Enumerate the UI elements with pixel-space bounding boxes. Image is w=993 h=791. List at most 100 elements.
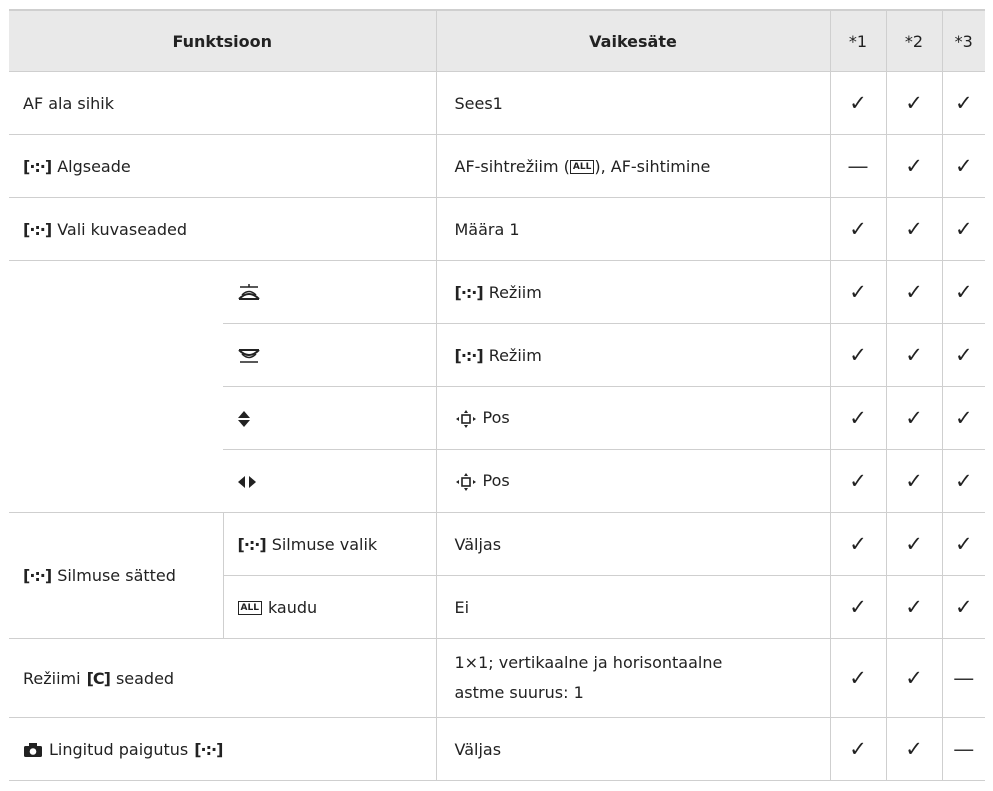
table-row: [·:·] Vali kuvaseaded Määra 1 ✓ ✓ ✓ [9,197,985,261]
all-target-icon: ALL [569,160,595,174]
af-target-icon: [·:·] [23,219,52,239]
position-cross-icon [455,472,477,491]
group-label-cell: [·:·] Silmuse sätted [9,512,223,639]
row-value-cell: 1×1; vertikaalne ja horisontaalne astme … [435,638,830,718]
control-cell [223,449,436,513]
row-label: Silmuse valik [271,534,378,554]
row-value: Režiim [488,345,542,365]
af-target-icon: [·:·] [454,345,484,365]
af-target-icon: [·:·] [237,534,267,554]
left-right-arrow-icon [237,475,257,489]
row-label-cell: [·:·] Algseade [9,134,436,198]
row-label-post: seaded [115,668,175,688]
af-target-icon: [·:·] [454,282,484,302]
check-mark: ✓ [885,449,942,513]
check-mark: ✓ [829,260,886,324]
settings-table: Funktsioon Vaikesäte *1 *2 *3 AF ala sih… [9,9,985,781]
control-cell [223,386,436,450]
row-value-cell: [·:·] Režiim [435,260,830,324]
row-label-pre: Režiimi [23,668,81,688]
af-target-icon: [·:·] [23,156,52,176]
header-default: Vaikesäte [435,9,830,72]
empty-cell [9,260,223,513]
check-mark: ✓ [885,134,942,198]
check-mark: ✓ [885,638,942,718]
header-row: Funktsioon Vaikesäte *1 *2 *3 [9,9,985,72]
row-value: Pos [482,408,510,428]
table-row: [·:·] Algseade AF-sihtrežiim (ALL), AF-si… [9,134,985,198]
row-value: Väljas [435,512,830,576]
check-mark: ✓ [941,449,985,513]
check-mark: ✓ [941,386,985,450]
control-cell: ALL kaudu [222,575,436,639]
rear-dial-icon [237,347,261,365]
check-mark: ✓ [885,512,942,576]
row-label: Algseade [57,156,131,176]
row-value-post: ), AF-sihtimine [594,156,711,176]
row-value-cell: Pos [435,386,830,450]
row-value: Režiim [488,282,542,302]
check-mark: ✓ [941,134,985,198]
row-value: Määra 1 [435,197,830,261]
check-mark: ✓ [885,575,942,639]
group-label: Silmuse sätted [57,566,176,585]
header-mode-2: *2 [885,9,942,72]
check-mark: ✓ [885,71,942,135]
table-row: [·:·] Režiim ✓ ✓ ✓ [9,260,985,513]
row-label: kaudu [267,597,318,617]
all-target-icon: ALL [237,601,262,615]
table-row: Režiimi [C] seaded 1×1; vertikaalne ja hor… [9,638,985,718]
check-mark: ✓ [885,323,942,387]
check-mark: ✓ [941,512,985,576]
check-mark: ✓ [941,197,985,261]
check-mark: ✓ [829,512,886,576]
control-cell [223,323,436,387]
check-mark: ✓ [829,386,886,450]
table-row: [·:·] Silmuse sätted [·:·] Silmuse valik V… [9,512,985,639]
check-mark: ✓ [829,575,886,639]
table-row: AF ala sihik Sees1 ✓ ✓ ✓ [9,71,985,135]
check-mark: ✓ [941,71,985,135]
row-label: Vali kuvaseaded [57,219,187,239]
dash-mark: — [829,134,886,198]
check-mark: ✓ [829,197,886,261]
header-mode-1: *1 [829,9,886,72]
row-value: Väljas [435,717,830,781]
row-value-line1: 1×1; vertikaalne ja horisontaalne [454,653,723,672]
custom-grid-letter: C [92,668,105,688]
row-value-cell: Pos [435,449,830,513]
row-value-cell: [·:·] Režiim [435,323,830,387]
row-value: Pos [482,471,510,491]
row-value-line2: astme suurus: 1 [454,683,584,702]
check-mark: ✓ [829,638,886,718]
dash-mark: — [941,638,985,718]
camera-icon [23,742,43,758]
control-cell: [·:·] Silmuse valik [222,512,436,576]
row-value: Ei [435,575,830,639]
row-label-cell: Lingitud paigutus [·:·] [9,717,436,781]
row-label: AF ala sihik [9,71,436,135]
check-mark: ✓ [829,449,886,513]
control-cell [223,260,436,324]
front-dial-icon [237,283,261,302]
position-cross-icon [455,409,477,428]
check-mark: ✓ [829,717,886,781]
check-mark: ✓ [829,71,886,135]
check-mark: ✓ [885,717,942,781]
af-target-icon: [·:·] [194,739,223,759]
row-value-cell: AF-sihtrežiim (ALL), AF-sihtimine [435,134,830,198]
row-label: Lingitud paigutus [49,739,189,759]
check-mark: ✓ [941,323,985,387]
check-mark: ✓ [885,386,942,450]
header-mode-3: *3 [941,9,985,72]
up-down-arrow-icon [237,410,251,428]
dash-mark: — [941,717,985,781]
check-mark: ✓ [885,197,942,261]
check-mark: ✓ [941,260,985,324]
check-mark: ✓ [885,260,942,324]
check-mark: ✓ [941,575,985,639]
custom-grid-icon: [C] [86,668,111,688]
row-value-pre: AF-sihtrežiim ( [454,156,570,176]
row-label-cell: [·:·] Vali kuvaseaded [9,197,436,261]
table-row: Lingitud paigutus [·:·] Väljas ✓ ✓ — [9,717,985,781]
